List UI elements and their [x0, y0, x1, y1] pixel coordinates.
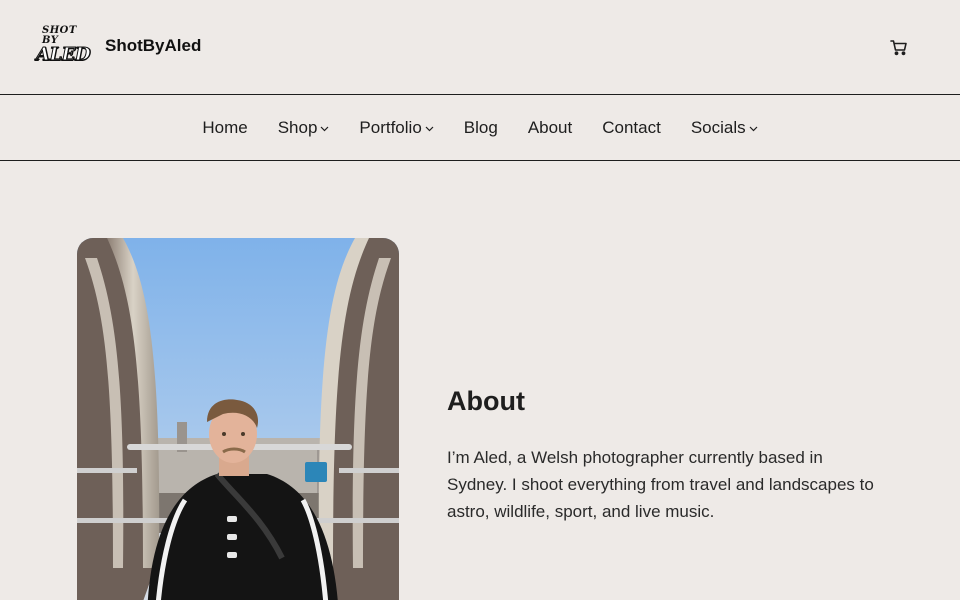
logo-text-bottom: ALED: [36, 44, 91, 65]
about-photo: [77, 238, 399, 600]
chevron-down-icon: [425, 126, 434, 131]
nav-item-label: Contact: [602, 117, 661, 137]
nav-item-label: About: [527, 117, 573, 137]
nav-item-home[interactable]: Home: [202, 118, 247, 138]
main-navigation: Home Shop Portfolio Blog About Contact S…: [0, 95, 960, 161]
cart-icon[interactable]: [889, 37, 909, 57]
site-header: SHOT BY ALED ShotByAled: [0, 0, 960, 95]
nav-item-label: Home: [202, 117, 248, 137]
about-heading: About: [447, 386, 525, 416]
logo-text-top: SHOT BY: [42, 25, 77, 46]
nav-item-label: Shop: [277, 117, 318, 137]
nav-item-socials[interactable]: Socials: [691, 118, 758, 138]
nav-item-contact[interactable]: Contact: [602, 118, 661, 138]
chevron-down-icon: [320, 126, 329, 131]
nav-item-blog[interactable]: Blog: [464, 118, 498, 138]
nav-item-portfolio[interactable]: Portfolio: [359, 117, 434, 138]
about-body-text: I’m Aled, a Welsh photographer currently…: [447, 448, 874, 521]
nav-item-shop[interactable]: Shop: [278, 118, 330, 138]
chevron-down-icon: [749, 126, 758, 131]
nav-item-label: Socials: [690, 117, 746, 137]
nav-item-about[interactable]: About: [528, 118, 572, 138]
site-title[interactable]: ShotByAled: [105, 36, 201, 56]
nav-item-label: Blog: [463, 117, 498, 137]
site-logo[interactable]: SHOT BY ALED: [36, 25, 91, 65]
nav-item-label: Portfolio: [359, 117, 422, 137]
